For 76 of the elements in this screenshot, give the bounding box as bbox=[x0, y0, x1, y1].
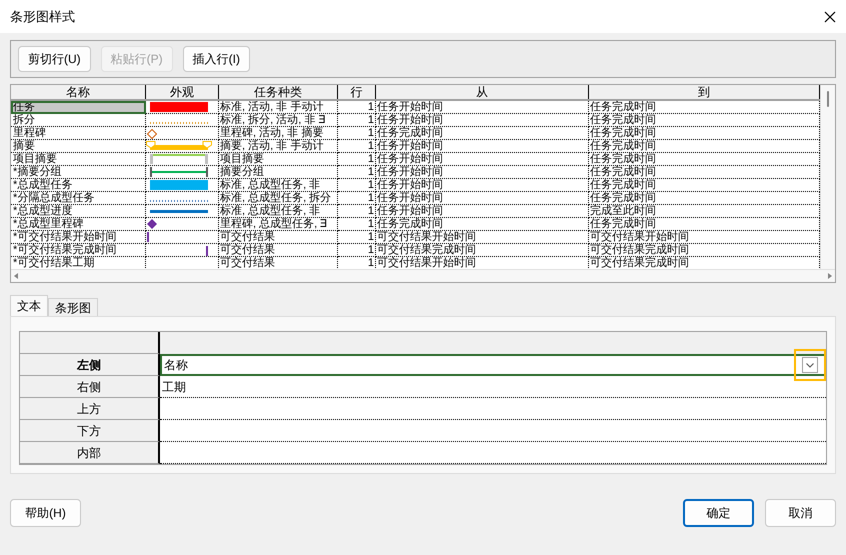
table-cell[interactable]: *总成型任务 bbox=[11, 179, 146, 192]
field-value: 名称 bbox=[164, 357, 188, 374]
left-arrow-icon[interactable] bbox=[14, 273, 19, 279]
table-cell[interactable]: 摘要 bbox=[11, 140, 146, 153]
column-header[interactable]: 外观 bbox=[146, 85, 219, 99]
table-cell: 标准, 拆分, 活动, 非 ∃ bbox=[219, 114, 338, 127]
dialog-button[interactable]: 帮助(H) bbox=[10, 499, 81, 527]
table-cell: 标准, 总成型任务, 拆分 bbox=[219, 192, 338, 205]
table-cell: 任务开始时间 bbox=[376, 192, 589, 205]
table-cell: 可交付结果完成时间 bbox=[376, 244, 589, 257]
row-header[interactable]: 内部 bbox=[20, 442, 160, 464]
table-cell: 任务完成时间 bbox=[376, 218, 589, 231]
table-cell[interactable]: *摘要分组 bbox=[11, 166, 146, 179]
row-header[interactable]: 下方 bbox=[20, 420, 160, 442]
table-cell: 任务开始时间 bbox=[376, 179, 589, 192]
table-cell[interactable]: 里程碑 bbox=[11, 127, 146, 140]
table-cell[interactable]: *总成型里程碑 bbox=[11, 218, 146, 231]
table-cell: 1 bbox=[338, 153, 376, 166]
dropdown-button[interactable] bbox=[802, 357, 818, 373]
table-cell: 项目摘要 bbox=[219, 153, 338, 166]
close-icon[interactable] bbox=[824, 10, 836, 22]
table-cell: 1 bbox=[338, 179, 376, 192]
table-cell: 1 bbox=[338, 192, 376, 205]
table-cell: 1 bbox=[338, 101, 376, 114]
right-arrow-icon[interactable] bbox=[827, 273, 832, 279]
table-cell: 任务开始时间 bbox=[376, 114, 589, 127]
table-cell: 1 bbox=[338, 140, 376, 153]
table-cell[interactable]: *可交付结果开始时间 bbox=[11, 231, 146, 244]
table-cell: 可交付结果 bbox=[219, 244, 338, 257]
toolbar-button[interactable]: 剪切行(U) bbox=[18, 46, 91, 72]
table-cell: 摘要, 活动, 非 手动计 bbox=[219, 140, 338, 153]
dialog-button[interactable]: 取消 bbox=[765, 499, 836, 527]
table-cell[interactable]: *总成型进度 bbox=[11, 205, 146, 218]
column-header[interactable]: 行 bbox=[338, 85, 376, 99]
table-cell: 标准, 总成型任务, 非 bbox=[219, 179, 338, 192]
table-cell: 里程碑, 总成型任务, ∃ bbox=[219, 218, 338, 231]
table-cell: 标准, 总成型任务, 非 bbox=[219, 205, 338, 218]
table-cell: 1 bbox=[338, 114, 376, 127]
table-cell: 任务开始时间 bbox=[376, 101, 589, 114]
table-cell[interactable]: *分隔总成型任务 bbox=[11, 192, 146, 205]
row-header[interactable]: 上方 bbox=[20, 398, 160, 420]
table-cell: 1 bbox=[338, 205, 376, 218]
row-header[interactable]: 左侧 bbox=[20, 354, 160, 376]
chevron-down-icon bbox=[806, 362, 814, 368]
table-cell: 1 bbox=[338, 244, 376, 257]
column-header[interactable]: 名称 bbox=[11, 85, 146, 99]
table-cell[interactable]: *可交付结果完成时间 bbox=[11, 244, 146, 257]
table-cell: 1 bbox=[338, 218, 376, 231]
table-cell: 可交付结果 bbox=[219, 231, 338, 244]
column-header[interactable]: 从 bbox=[376, 85, 589, 99]
horizontal-scrollbar[interactable] bbox=[11, 269, 835, 282]
toolbar-button[interactable]: 插入行(I) bbox=[182, 46, 250, 72]
table-cell: 任务开始时间 bbox=[376, 205, 589, 218]
table-cell: 1 bbox=[338, 166, 376, 179]
table-cell: 任务开始时间 bbox=[376, 166, 589, 179]
vertical-scrollbar[interactable] bbox=[820, 85, 835, 269]
table-cell: 1 bbox=[338, 231, 376, 244]
window-title: 条形图样式 bbox=[10, 8, 75, 26]
tab[interactable]: 文本 bbox=[10, 295, 48, 316]
table-cell: 1 bbox=[338, 127, 376, 140]
table-cell: 任务完成时间 bbox=[376, 127, 589, 140]
row-header[interactable]: 右侧 bbox=[20, 376, 160, 398]
tab[interactable]: 条形图 bbox=[48, 298, 98, 316]
text-field[interactable]: 名称 bbox=[160, 354, 826, 376]
table-cell[interactable]: 项目摘要 bbox=[11, 153, 146, 166]
field-value: 工期 bbox=[162, 378, 186, 396]
text-field[interactable]: 工期 bbox=[160, 376, 826, 398]
table-cell: 标准, 活动, 非 手动计 bbox=[219, 101, 338, 114]
table-cell: 摘要分组 bbox=[219, 166, 338, 179]
table-cell: 里程碑, 活动, 非 摘要 bbox=[219, 127, 338, 140]
table-cell[interactable]: 拆分 bbox=[11, 114, 146, 127]
column-header[interactable]: 任务种类 bbox=[219, 85, 338, 99]
table-cell: 可交付结果开始时间 bbox=[376, 231, 589, 244]
table-cell: 任务开始时间 bbox=[376, 140, 589, 153]
dialog-button[interactable]: 确定 bbox=[683, 499, 754, 527]
table-cell: 任务开始时间 bbox=[376, 153, 589, 166]
